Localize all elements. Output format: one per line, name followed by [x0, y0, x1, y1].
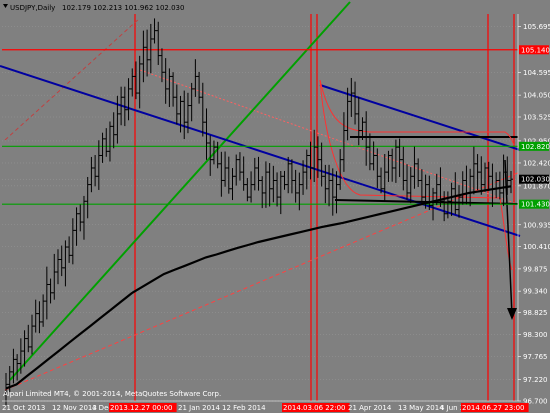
price-tick-label: 98.825 [523, 309, 548, 317]
moving-average-line [5, 185, 512, 390]
price-tick-label: 99.875 [523, 265, 548, 273]
time-label: 2014.03.06 22:00 [283, 404, 345, 412]
time-label: 21 Apr 2014 [348, 404, 392, 412]
blue-trend-line-2 [319, 84, 521, 151]
time-label: 2013.12.27 00:00 [110, 404, 172, 412]
blue-trend-line-1 [0, 65, 521, 237]
dashed-red-line-2 [4, 17, 141, 141]
time-label: 12 Nov 2013 [52, 404, 97, 412]
price-axis: 105.695104.595104.050103.525102.950102.4… [517, 14, 550, 406]
time-label: 21 Oct 2013 [2, 404, 45, 412]
time-label: 2014.06.27 23:00 [462, 404, 524, 412]
price-label: 102.030 [521, 176, 550, 184]
price-label: 101.430 [521, 201, 550, 209]
price-chart[interactable]: 105.695104.595104.050103.525102.950102.4… [0, 0, 550, 413]
price-tick-label: 100.935 [523, 221, 550, 229]
price-tick-label: 97.220 [523, 376, 548, 384]
price-bars [4, 18, 513, 406]
price-tick-label: 102.420 [523, 159, 550, 167]
red-envelope-upper [319, 79, 515, 146]
chart-window[interactable]: 105.695 104.595 104.050 103.525 102.950 102.4… [0, 0, 550, 413]
price-tick-label: 100.410 [523, 243, 550, 251]
red-envelope [319, 79, 513, 271]
time-label: 12 Feb 2014 [222, 404, 266, 412]
price-label: 102.820 [521, 143, 550, 151]
price-tick-label: 104.595 [523, 69, 550, 77]
price-tick-label: 97.765 [523, 353, 548, 361]
chart-title: USDJPY,Daily [10, 4, 55, 12]
arrow-head-icon [507, 308, 517, 320]
footer-credit: Alpari Limited MT4, © 2001-2014, MetaQuo… [3, 390, 221, 398]
price-tick-label: 105.695 [523, 23, 550, 31]
time-axis: 21 Oct 201312 Nov 20134 Dec 20132013.12.… [2, 400, 529, 412]
price-tick-label: 103.525 [523, 113, 550, 121]
symbol-arrow-icon [3, 4, 8, 8]
time-label: 21 Jan 2014 [178, 404, 221, 412]
time-label: 13 May 2014 [398, 404, 444, 412]
price-tick-label: 98.300 [523, 331, 548, 339]
price-tick-label: 104.050 [523, 92, 550, 100]
price-tick-label: 99.340 [523, 288, 548, 296]
ohlc-quote: 102.179 102.213 101.962 102.030 [62, 4, 184, 12]
price-label: 105.140 [521, 46, 550, 54]
